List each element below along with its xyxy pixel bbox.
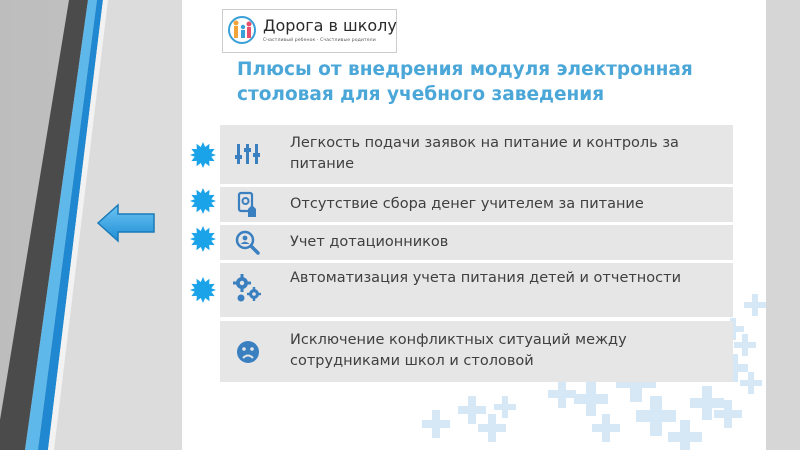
starburst-badge-icon (190, 226, 216, 252)
hand-money-icon (237, 191, 256, 217)
sad-face-icon (237, 341, 259, 363)
benefit-row-2: Отсутствие сбора денег учителем за питан… (220, 187, 733, 222)
slide-title: Плюсы от внедрения модуля электронная ст… (237, 59, 693, 105)
logo-tagline: Счастливый ребенок · Счастливые родители (263, 38, 376, 43)
benefit-row-4: Автоматизация учета питания детей и отче… (220, 263, 733, 317)
gears-icon (233, 274, 261, 302)
family-logo-icon (228, 16, 256, 44)
benefit-text-3: Учет дотационников (290, 234, 449, 250)
logo: Дорога в школу Счастливый ребенок · Счас… (222, 9, 397, 53)
logo-name: Дорога в школу (263, 16, 397, 35)
benefit-text-1: Легкость подачи заявок на питание и конт… (290, 135, 679, 172)
benefit-row-5: Исключение конфликтных ситуаций между со… (220, 321, 733, 382)
benefit-row-1: Легкость подачи заявок на питание и конт… (220, 125, 733, 184)
benefit-row-3: Учет дотационников (220, 225, 733, 260)
slide-content: Дорога в школу Счастливый ребенок · Счас… (182, 0, 766, 450)
benefit-text-2: Отсутствие сбора денег учителем за питан… (290, 196, 644, 212)
starburst-badge-icon (190, 142, 216, 168)
sliders-icon (235, 144, 260, 164)
search-user-icon (235, 230, 260, 255)
benefit-text-5: Исключение конфликтных ситуаций между со… (290, 332, 627, 369)
starburst-badge-icon (190, 188, 216, 214)
back-arrow-button[interactable] (96, 203, 156, 243)
benefit-text-4: Автоматизация учета питания детей и отче… (290, 270, 682, 286)
starburst-badge-icon (190, 277, 216, 303)
